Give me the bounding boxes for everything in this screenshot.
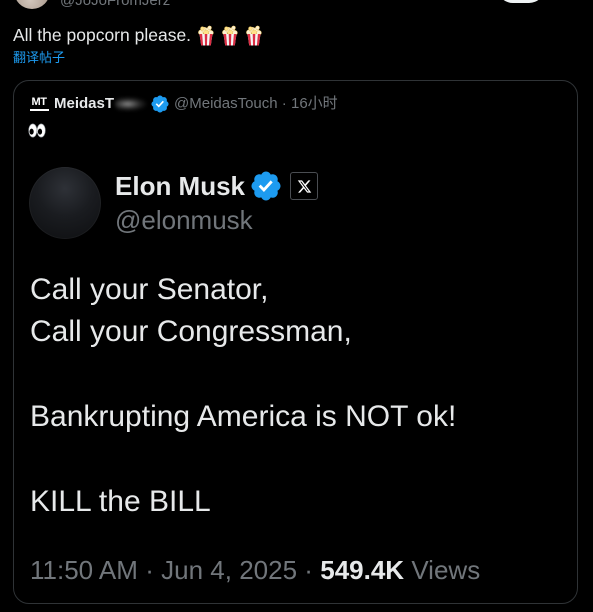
tweet-line: Bankrupting America is NOT ok! [30,400,457,433]
quoted-post-meta: @MeidasTouch · 16小时 [174,95,338,113]
quoted-post-card[interactable]: MT MeidasT @MeidasTouch·16小时 Elon Musk [13,80,578,604]
views-label: Views [411,555,481,585]
image-author-row: Elon Musk [115,169,319,203]
translate-post-link[interactable]: 翻译帖子 [13,50,65,66]
tweet-paragraph: KILL the BILL [30,481,456,523]
author-handle[interactable]: @JoJoFromJerz [60,0,170,10]
meta-separator: · [145,555,154,585]
logo-underline [29,109,49,111]
meta-separator: · [304,555,313,585]
tweet-line: Call your Congressman, [30,315,352,348]
popcorn-icon [220,25,240,46]
popcorn-icon [244,25,264,46]
eyes-icon [28,123,46,138]
quoted-author-handle[interactable]: @MeidasTouch [174,95,278,112]
meta-separator: · [281,94,287,112]
tweet-paragraph: Call your Senator, Call your Congressman… [30,269,456,353]
views-count: 549.4K [320,555,405,585]
popcorn-icon [196,25,216,46]
image-tweet-body: Call your Senator, Call your Congressman… [30,269,456,523]
quoted-post-image[interactable]: Elon Musk @elonmusk Call your Senator, C… [14,143,577,603]
tweet-line: Call your Senator, [30,273,269,306]
elon-avatar [29,167,101,239]
image-tweet-footer: 11:50 AM · Jun 4, 2025 · 549.4K Views [30,555,480,585]
x-logo-icon [290,172,319,200]
tweet-paragraph: Bankrupting America is NOT ok! [30,396,456,438]
quoted-author-name[interactable]: MeidasT [54,95,114,113]
verified-badge-icon[interactable] [150,94,170,114]
verified-badge-icon [249,169,283,203]
post-page: { "theme": { "background": "#000000", "t… [0,0,593,612]
image-tweet-time: 11:50 AM [30,555,138,585]
post-text-content: All the popcorn please. [13,25,192,45]
redacted-name-blur [115,97,147,111]
quoted-author-avatar[interactable]: MT [28,97,50,111]
image-tweet-date: Jun 4, 2025 [161,555,298,585]
author-avatar[interactable] [14,0,50,9]
image-author-handle: @elonmusk [115,205,253,235]
image-author-name: Elon Musk [115,171,246,201]
meidastouch-logo-text: MT [31,96,47,108]
follow-button[interactable] [497,0,545,3]
tweet-line: KILL the BILL [30,485,211,518]
quoted-post-time[interactable]: 16小时 [291,95,338,112]
post-text: All the popcorn please. [13,25,264,46]
post-header: @JoJoFromJerz [0,0,593,12]
